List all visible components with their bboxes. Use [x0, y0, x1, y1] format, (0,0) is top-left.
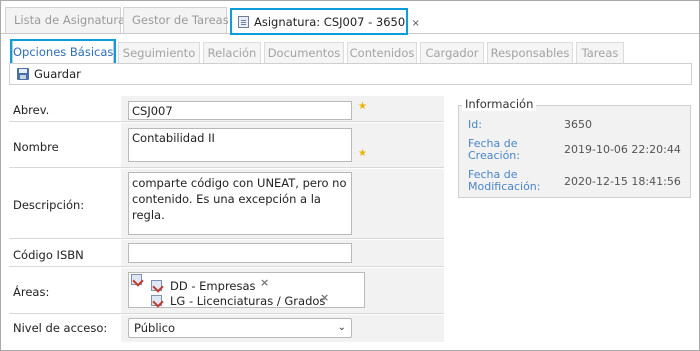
row-areas: Áreas: DD - Empresas × LG - Licenciatura… — [9, 268, 444, 314]
tab-label: Contenidos — [349, 46, 415, 60]
tab-label: Gestor de Tareas — [132, 13, 229, 27]
tab-label: Seguimiento — [122, 46, 196, 60]
tab-contenidos[interactable]: Contenidos — [347, 42, 417, 63]
tab-lista-asignaturas[interactable]: Lista de Asignaturas — [5, 7, 131, 33]
tab-label: Cargador — [425, 46, 479, 60]
id-value: 3650 — [564, 118, 592, 131]
row-nombre: Nombre Contabilidad II ★ — [9, 123, 444, 168]
fecha-creacion-value: 2019-10-06 22:20:44 — [564, 143, 681, 156]
tab-seguimiento[interactable]: Seguimiento — [118, 42, 200, 63]
tab-cargador[interactable]: Cargador — [420, 42, 484, 63]
nivel-acceso-select[interactable]: Público ⌄ — [128, 318, 352, 338]
area-item: LG - Licenciaturas / Grados — [151, 294, 325, 308]
area-item: DD - Empresas — [151, 279, 256, 293]
fecha-creacion-label-2: Creación: — [468, 149, 520, 162]
tab-relacion[interactable]: Relación — [203, 42, 261, 63]
abrev-label: Abrev. — [13, 103, 50, 117]
category-icon — [151, 295, 162, 306]
tab-label: Asignatura: CSJ007 - 3650 — [254, 15, 406, 29]
fecha-modificacion-label-2: Modificación: — [468, 180, 541, 193]
tab-tareas[interactable]: Tareas — [576, 42, 624, 63]
required-star-icon: ★ — [358, 101, 367, 112]
isbn-label: Código ISBN — [13, 248, 84, 262]
id-label: Id: — [468, 118, 482, 131]
chevron-down-icon: ⌄ — [337, 322, 346, 333]
tab-label: Lista de Asignaturas — [14, 13, 132, 27]
tab-responsables[interactable]: Responsables — [487, 42, 573, 63]
descripcion-label: Descripción: — [13, 198, 85, 212]
fecha-modificacion-value: 2020-12-15 18:41:56 — [564, 175, 681, 188]
top-tab-bar: Lista de Asignaturas Gestor de Tareas As… — [1, 1, 699, 34]
tab-label: Responsables — [490, 46, 570, 60]
close-icon[interactable]: × — [409, 18, 422, 31]
area-label: DD - Empresas — [170, 279, 256, 293]
row-isbn: Código ISBN — [9, 240, 444, 267]
areas-selector[interactable]: DD - Empresas × LG - Licenciaturas / Gra… — [128, 272, 365, 308]
select-value: Público — [134, 321, 176, 335]
tree-picker-icon[interactable] — [131, 274, 142, 285]
isbn-input[interactable] — [128, 243, 352, 263]
abrev-input[interactable] — [128, 101, 352, 120]
remove-area-icon[interactable]: × — [320, 291, 329, 304]
toolbar: Guardar — [9, 63, 692, 85]
document-icon — [238, 16, 249, 28]
category-icon — [151, 280, 162, 291]
tab-gestor-tareas[interactable]: Gestor de Tareas — [123, 7, 229, 33]
area-label: LG - Licenciaturas / Grados — [170, 294, 326, 308]
row-abrev: Abrev. ★ — [9, 96, 444, 122]
save-button[interactable]: Guardar — [13, 66, 85, 83]
nombre-label: Nombre — [13, 140, 59, 154]
required-star-icon: ★ — [358, 148, 367, 159]
floppy-disk-icon — [17, 68, 29, 80]
nivel-label: Nivel de acceso: — [13, 321, 108, 335]
info-panel: Id: 3650 Fecha de Creación: 2019-10-06 2… — [458, 105, 691, 198]
tab-label: Relación — [207, 46, 257, 60]
remove-area-icon[interactable]: × — [260, 276, 269, 289]
tab-label: Tareas — [581, 46, 619, 60]
row-descripcion: Descripción: comparte código con UNEAT, … — [9, 169, 444, 239]
nombre-input[interactable]: Contabilidad II — [128, 128, 352, 162]
row-nivel-acceso: Nivel de acceso: Público ⌄ — [9, 315, 444, 342]
tab-opciones-basicas[interactable]: Opciones Básicas — [12, 40, 114, 64]
save-label: Guardar — [34, 67, 81, 81]
info-legend: Información — [462, 97, 537, 111]
tab-label: Documentos — [267, 46, 341, 60]
tab-documentos[interactable]: Documentos — [264, 42, 344, 63]
window-frame: Lista de Asignaturas Gestor de Tareas As… — [0, 0, 700, 351]
tab-label: Opciones Básicas — [13, 45, 114, 59]
tab-asignatura-active[interactable]: Asignatura: CSJ007 - 3650 × — [231, 9, 420, 34]
descripcion-textarea[interactable]: comparte código con UNEAT, pero no conte… — [128, 172, 352, 235]
areas-label: Áreas: — [13, 285, 50, 299]
